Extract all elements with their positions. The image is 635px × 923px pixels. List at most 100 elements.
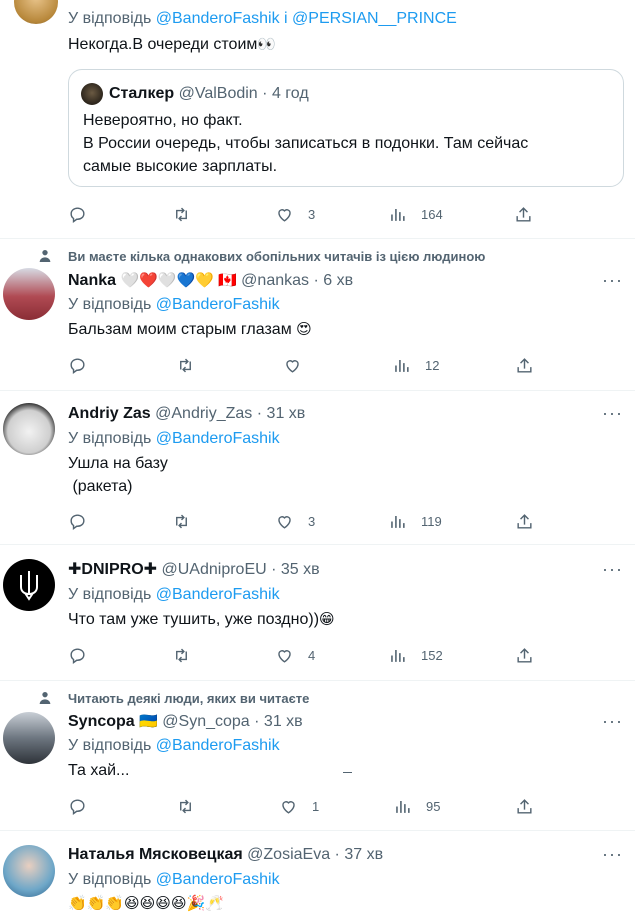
views-button[interactable]: 12 (392, 354, 439, 376)
reply-button[interactable] (68, 644, 87, 666)
author-handle[interactable]: @UAdniproEU (162, 561, 267, 578)
reply-button[interactable] (68, 203, 87, 225)
author-name[interactable]: Nanka (68, 272, 116, 289)
like-button[interactable]: 3 (275, 203, 315, 225)
author-handle[interactable]: @Andriy_Zas (155, 405, 252, 422)
share-icon (516, 206, 531, 222)
author-name[interactable]: Andriy Zas (68, 405, 151, 422)
more-options-icon[interactable]: ··· (602, 403, 623, 424)
retweet-button[interactable] (176, 795, 195, 817)
reply-to-link[interactable]: @BanderoFashik (156, 871, 280, 888)
view-count: 119 (421, 513, 442, 529)
tweet[interactable]: Читають деякі люди, яких ви читаєте Sync… (0, 680, 635, 831)
author-handle[interactable]: @nankas (241, 272, 309, 289)
retweet-button[interactable] (172, 644, 191, 666)
reply-prefix: У відповідь (68, 10, 152, 27)
quoted-time: 4 год (271, 85, 309, 102)
retweet-icon (176, 514, 187, 528)
avatar[interactable] (3, 559, 55, 611)
like-count: 3 (308, 206, 316, 222)
reply-icon (70, 798, 85, 815)
reply-to-link[interactable]: @BanderoFashik (156, 296, 280, 313)
share-button[interactable] (515, 644, 534, 666)
trident-icon (20, 571, 38, 601)
reply-to-link[interactable]: @BanderoFashik (156, 737, 280, 754)
like-count: 1 (312, 798, 320, 814)
tweet-text: 👏👏👏😆😆😆😆🎉🥂 (68, 893, 224, 915)
tweet-text: Некогда.В очереди стоим👀 (68, 34, 276, 56)
reply-prefix: У відповідь (68, 871, 152, 888)
like-count: 4 (308, 647, 316, 663)
tweet-time[interactable]: 31 хв (267, 405, 306, 422)
tweet-header: ✚DNIPRO✚ @UAdniproEU · 35 хв (68, 561, 320, 578)
view-count: 152 (421, 647, 443, 663)
avatar[interactable] (3, 268, 55, 320)
reply-prefix: У відповідь (68, 296, 152, 313)
heart-icon (282, 800, 295, 814)
retweet-button[interactable] (172, 510, 191, 532)
more-options-icon[interactable]: ··· (602, 844, 623, 865)
eyes-emoji: 👀 (257, 36, 277, 53)
reply-button[interactable] (68, 795, 87, 817)
more-options-icon[interactable]: ··· (602, 711, 623, 732)
author-handle[interactable]: @Syn_copa (162, 713, 249, 730)
like-button[interactable]: 4 (275, 644, 315, 666)
retweet-icon (176, 648, 187, 662)
reply-icon (70, 206, 85, 223)
like-button[interactable]: 3 (275, 510, 315, 532)
retweet-button[interactable] (176, 354, 195, 376)
more-options-icon[interactable]: ··· (602, 270, 623, 291)
tweet-text-content: Некогда.В очереди стоим (68, 36, 258, 53)
reply-to-link[interactable]: @BanderoFashik (156, 586, 280, 603)
avatar[interactable] (3, 712, 55, 764)
like-button[interactable] (283, 354, 302, 376)
views-button[interactable]: 152 (388, 644, 443, 666)
share-button[interactable] (515, 510, 534, 532)
views-icon (396, 800, 410, 813)
views-button[interactable]: 119 (388, 510, 442, 532)
reply-to-link[interactable]: @BanderoFashik і @PERSIAN__PRINCE (156, 10, 457, 27)
reply-button[interactable] (68, 510, 87, 532)
avatar[interactable] (3, 845, 55, 897)
tweet-time[interactable]: 37 хв (344, 846, 383, 863)
avatar[interactable] (14, 0, 58, 24)
reply-icon (70, 647, 85, 664)
tweet[interactable]: Наталья Мясковецкая @ZosiaEva · 37 хв ··… (0, 830, 635, 923)
tweet-header: Syncopa 🇺🇦 @Syn_copa · 31 хв (68, 711, 303, 733)
more-options-icon[interactable]: ··· (602, 559, 623, 580)
views-icon (391, 208, 405, 221)
clap-laugh-party-emojis: 👏👏👏😆😆😆😆🎉🥂 (68, 895, 224, 912)
tweet-time[interactable]: 35 хв (281, 561, 320, 578)
tweet-actions: 1 95 (68, 795, 538, 817)
author-handle[interactable]: @ZosiaEva (247, 846, 330, 863)
views-button[interactable]: 164 (388, 203, 443, 225)
tweet-time[interactable]: 31 хв (264, 713, 303, 730)
tweet[interactable]: У відповідь @BanderoFashik і @PERSIAN__P… (0, 0, 635, 239)
tweet[interactable]: Ви маєте кілька однакових обопільних чит… (0, 238, 635, 391)
view-count: 95 (426, 798, 441, 814)
share-button[interactable] (514, 203, 533, 225)
author-name[interactable]: Наталья Мясковецкая (68, 846, 243, 863)
reply-button[interactable] (68, 354, 87, 376)
quoted-tweet[interactable]: Сталкер @ValBodin · 4 год Невероятно, но… (68, 69, 624, 187)
author-name[interactable]: ✚DNIPRO✚ (68, 561, 157, 578)
person-icon (39, 692, 51, 704)
avatar[interactable] (3, 403, 55, 455)
retweet-button[interactable] (172, 203, 191, 225)
views-icon (391, 515, 405, 528)
view-count: 164 (421, 206, 443, 222)
tweet-header: Andriy Zas @Andriy_Zas · 31 хв (68, 405, 306, 422)
reply-icon (70, 513, 85, 530)
share-button[interactable] (515, 795, 534, 817)
tweet[interactable]: ✚DNIPRO✚ @UAdniproEU · 35 хв ··· У відпо… (0, 544, 635, 681)
social-context: Читають деякі люди, яких ви читаєте (68, 691, 310, 706)
views-button[interactable]: 95 (393, 795, 440, 817)
tweet-time[interactable]: 6 хв (323, 272, 353, 289)
divider-mark (343, 772, 352, 773)
like-button[interactable]: 1 (279, 795, 319, 817)
reply-to-link[interactable]: @BanderoFashik (156, 430, 280, 447)
tweet[interactable]: Andriy Zas @Andriy_Zas · 31 хв ··· У від… (0, 390, 635, 545)
share-button[interactable] (515, 354, 534, 376)
author-name[interactable]: Syncopa (68, 713, 135, 730)
ukraine-flag-emoji: 🇺🇦 (139, 713, 158, 730)
